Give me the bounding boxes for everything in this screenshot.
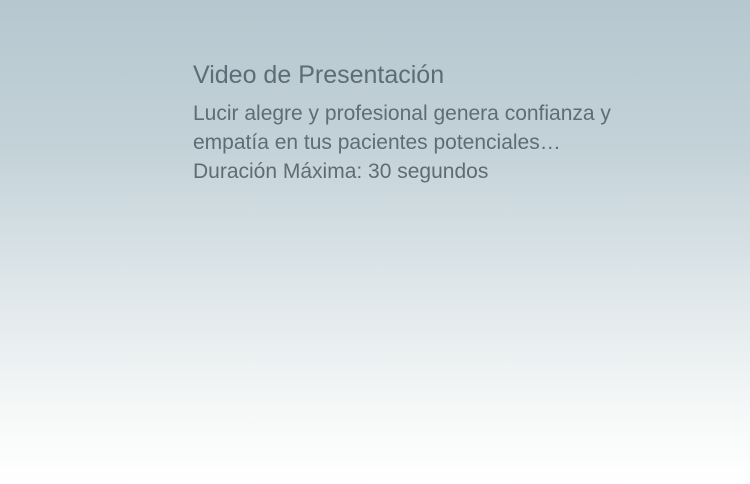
duration-limit: Duración Máxima: 30 segundos — [193, 160, 489, 183]
presentation-description: Lucir alegre y profesional genera confia… — [193, 99, 713, 186]
description-line-2: empatía en tus pacientes potenciales… — [193, 131, 561, 154]
page-title: Video de Presentación — [193, 61, 445, 89]
presentation-info: Video de Presentación Lucir alegre y pro… — [193, 58, 713, 186]
video-presentation-screen: Video de Presentación Lucir alegre y pro… — [0, 0, 750, 484]
description-line-1: Lucir alegre y profesional genera confia… — [193, 102, 611, 125]
